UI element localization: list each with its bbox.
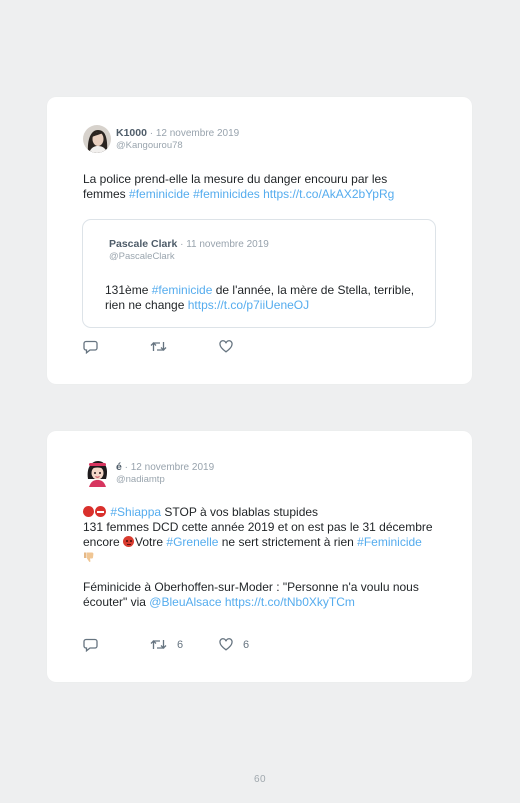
- thumbs-down-emoji: [83, 551, 95, 563]
- url-link[interactable]: https://t.co/p7iiUeneOJ: [188, 298, 309, 312]
- hashtag-link[interactable]: #feminicide: [129, 187, 190, 201]
- url-link[interactable]: https://t.co/AkAX2bYpRg: [263, 187, 394, 201]
- no-entry-emoji: [95, 506, 106, 517]
- hashtag-link[interactable]: #Feminicide: [357, 535, 422, 549]
- tweet-date[interactable]: · 12 novembre 2019: [122, 462, 215, 473]
- tweet-date[interactable]: · 12 novembre 2019: [147, 128, 240, 139]
- like-button[interactable]: [219, 340, 243, 353]
- tweet-text-body: ne sert strictement à rien: [218, 535, 358, 549]
- quoted-tweet[interactable]: Pascale Clark · 11 novembre 2019 @Pascal…: [82, 219, 436, 328]
- page-number: 60: [253, 774, 267, 785]
- tweet-meta: é · 12 novembre 2019 @nadiamtp: [116, 461, 214, 486]
- tweet-card: é · 12 novembre 2019 @nadiamtp #Shiappa …: [47, 431, 472, 682]
- reply-icon: [83, 638, 98, 652]
- mention-link[interactable]: @BleuAlsace: [149, 595, 221, 609]
- tweet-text-body: STOP à vos blablas stupides: [161, 505, 319, 519]
- tweet-meta: K1000 · 12 novembre 2019 @Kangourou78: [116, 127, 239, 152]
- avatar[interactable]: [83, 459, 111, 487]
- tweet-line: #Shiappa STOP à vos blablas stupides: [83, 505, 433, 520]
- retweet-icon: [150, 340, 167, 353]
- url-link[interactable]: https://t.co/tNb0XkyTCm: [222, 595, 355, 609]
- author-name[interactable]: K1000: [116, 127, 147, 139]
- reply-button[interactable]: [83, 638, 98, 652]
- tweet-text: #Shiappa STOP à vos blablas stupides 131…: [83, 505, 433, 610]
- tweet-text: La police prend-elle la mesure du danger…: [83, 172, 433, 202]
- avatar[interactable]: [83, 125, 111, 153]
- retweet-button[interactable]: 6: [150, 638, 183, 651]
- like-icon: [219, 340, 233, 353]
- angry-face-emoji: [123, 536, 135, 547]
- author-handle[interactable]: @Kangourou78: [116, 140, 239, 152]
- like-button[interactable]: 6: [219, 638, 249, 651]
- hashtag-link[interactable]: #feminicides: [193, 187, 260, 201]
- like-count: 6: [243, 638, 250, 651]
- retweet-icon: [150, 638, 167, 651]
- hashtag-link[interactable]: #Grenelle: [166, 535, 218, 549]
- tweet-text-body: Votre: [135, 535, 167, 549]
- tweet-card: K1000 · 12 novembre 2019 @Kangourou78 La…: [47, 97, 472, 384]
- quoted-author-handle[interactable]: @PascaleClark: [109, 251, 269, 263]
- quoted-text-a: 131ème: [105, 283, 152, 297]
- quoted-tweet-text: 131ème #feminicide de l'année, la mère d…: [105, 283, 415, 313]
- quoted-tweet-meta: Pascale Clark · 11 novembre 2019 @Pascal…: [109, 238, 269, 263]
- tweet-line: Féminicide à Oberhoffen-sur-Moder : "Per…: [83, 580, 433, 610]
- red-circle-emoji: [83, 506, 94, 517]
- reply-icon: [83, 340, 98, 354]
- reply-button[interactable]: [83, 340, 98, 354]
- quoted-author-name[interactable]: Pascale Clark: [109, 238, 177, 250]
- quoted-tweet-date[interactable]: · 11 novembre 2019: [177, 239, 269, 250]
- hashtag-link[interactable]: #feminicide: [152, 283, 213, 297]
- retweet-button[interactable]: [150, 340, 177, 353]
- tweet-line: 131 femmes DCD cette année 2019 et on es…: [83, 520, 433, 565]
- hashtag-link[interactable]: #Shiappa: [110, 505, 161, 519]
- author-handle[interactable]: @nadiamtp: [116, 474, 214, 486]
- like-icon: [219, 638, 233, 651]
- retweet-count: 6: [177, 638, 184, 651]
